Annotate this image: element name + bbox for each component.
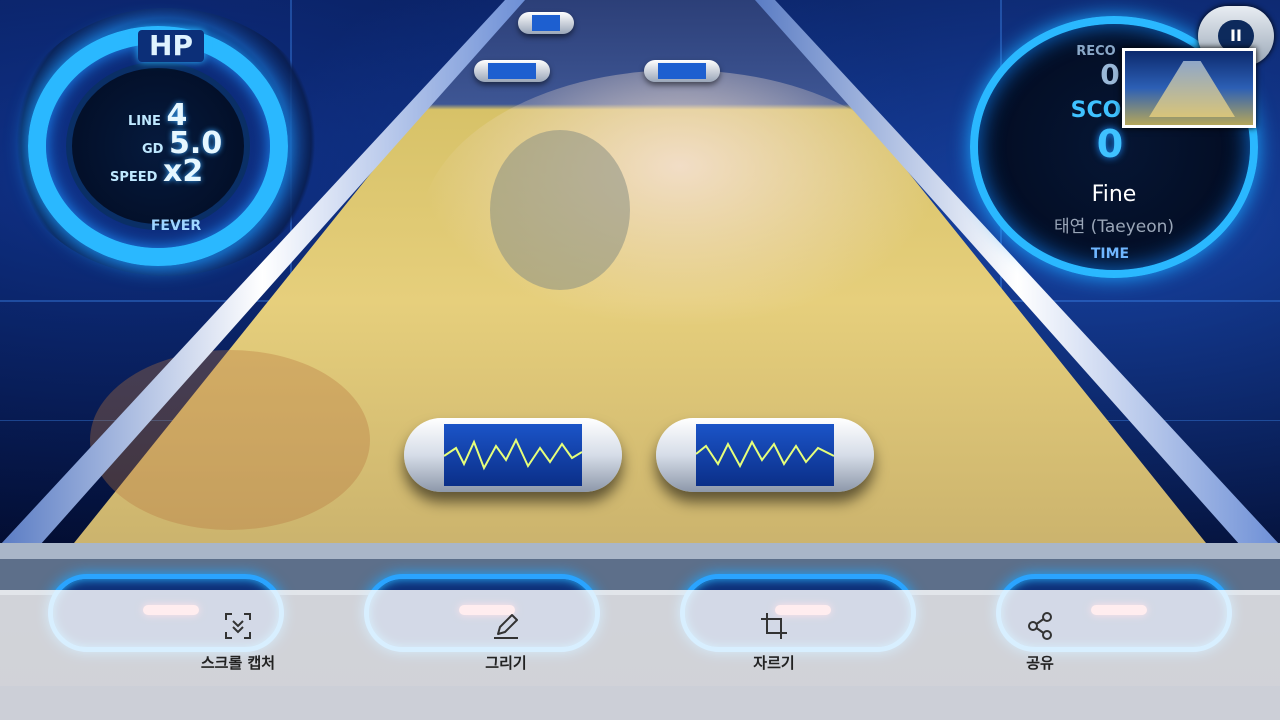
note (474, 60, 550, 82)
note (404, 418, 622, 492)
judgement-bar (0, 543, 1280, 559)
crop-label: 자르기 (753, 654, 795, 672)
speed-stat: SPEED x2 (110, 154, 203, 189)
speed-value: x2 (163, 154, 204, 189)
pen-icon (494, 614, 518, 639)
note (644, 60, 720, 82)
fever-label: FEVER (150, 218, 202, 234)
capture-toolbar: 스크롤 캡처 그리기 자르기 공유 (0, 590, 1280, 686)
crop-icon (761, 613, 787, 639)
draw-label: 그리기 (485, 654, 527, 672)
share-button[interactable]: 공유 (940, 590, 1140, 686)
hp-gauge: HP LINE 4 GD 5.0 SPEED x2 FEVER (8, 8, 324, 276)
crop-button[interactable]: 자르기 (674, 590, 874, 686)
time-label: TIME (1090, 246, 1130, 262)
share-label: 공유 (1026, 654, 1054, 672)
note (518, 12, 574, 34)
hp-label: HP (138, 30, 204, 62)
speed-label: SPEED (110, 170, 158, 185)
draw-button[interactable]: 그리기 (406, 590, 606, 686)
scroll-capture-label: 스크롤 캡처 (200, 654, 276, 672)
share-icon (1028, 612, 1052, 640)
toolbar-footer (0, 686, 1280, 720)
background-video-hair (490, 130, 630, 290)
song-artist: 태연 (Taeyeon) (1053, 217, 1175, 237)
scroll-capture-icon (225, 613, 251, 639)
song-title: Fine (1091, 182, 1137, 207)
note (656, 418, 874, 492)
scroll-capture-button[interactable]: 스크롤 캡처 (138, 590, 338, 686)
screenshot-thumbnail[interactable] (1122, 48, 1256, 128)
score-value: 0 (1096, 122, 1124, 166)
